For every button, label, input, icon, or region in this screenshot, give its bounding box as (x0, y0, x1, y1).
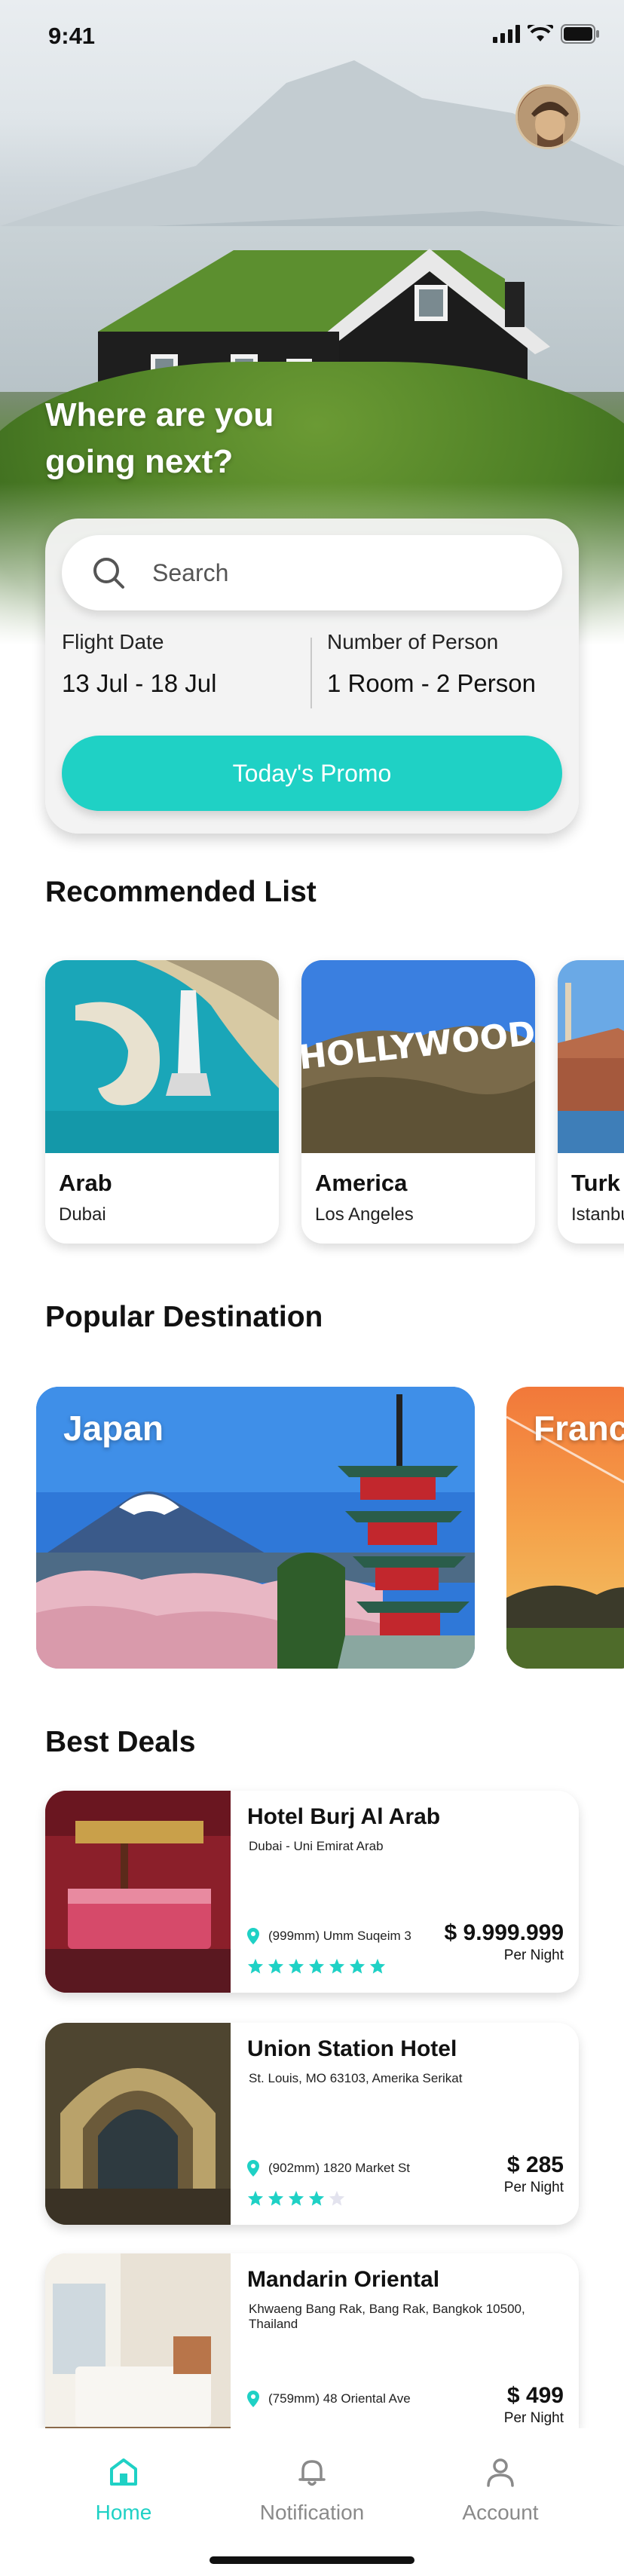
popular-name: Franc (534, 1409, 624, 1448)
battery-icon (561, 24, 599, 44)
deal-name: Hotel Burj Al Arab (247, 1804, 441, 1829)
location-pin-icon (247, 2391, 259, 2407)
deal-card[interactable]: Mandarin Oriental Khwaeng Bang Rak, Bang… (45, 2253, 579, 2428)
mandarin-oriental-image (45, 2253, 231, 2428)
rating-stars (247, 2190, 345, 2207)
nav-account-label: Account (462, 2501, 539, 2524)
deal-per-night: Per Night (503, 1947, 564, 1963)
nav-home[interactable]: Home (48, 2455, 199, 2525)
status-time: 9:41 (48, 23, 96, 49)
deal-location-text: (999mm) Umm Suqeim 3 (268, 1929, 411, 1943)
star-icon (247, 2190, 264, 2206)
deal-price: $ 285 (506, 2152, 564, 2177)
dubai-image (45, 960, 279, 1153)
deal-location-text: (759mm) 48 Oriental Ave (268, 2391, 411, 2406)
recommended-name: Turk (571, 1170, 620, 1196)
persons-field[interactable]: Number of Person 1 Room - 2 Person (312, 624, 568, 714)
hotel-burj-image (45, 1791, 231, 1993)
flight-date-field[interactable]: Flight Date 13 Jul - 18 Jul (45, 624, 309, 714)
status-icons (493, 24, 600, 44)
deal-location: (902mm) 1820 Market St (247, 2160, 410, 2177)
star-icon (329, 2190, 345, 2206)
persons-value: 1 Room - 2 Person (327, 669, 536, 697)
popular-card[interactable]: Franc (506, 1387, 624, 1669)
star-icon (268, 1958, 284, 1974)
union-station-image (45, 2023, 231, 2225)
bottom-nav: Home Notification Account (0, 2428, 624, 2576)
deal-price: $ 499 (506, 2383, 564, 2408)
nav-notification-label: Notification (259, 2501, 365, 2524)
popular-name: Japan (63, 1409, 164, 1448)
star-icon (369, 1958, 386, 1974)
persons-label: Number of Person (327, 630, 499, 653)
star-icon (268, 2190, 284, 2206)
search-icon (93, 558, 124, 589)
deal-name: Mandarin Oriental (247, 2267, 440, 2292)
location-pin-icon (247, 1928, 259, 1944)
home-icon (110, 2458, 137, 2486)
nav-notification[interactable]: Notification (237, 2455, 387, 2525)
popular-title: Popular Destination (45, 1301, 323, 1333)
star-icon (288, 1958, 304, 1974)
recommended-card[interactable]: Arab Dubai (45, 960, 279, 1244)
istanbul-image (558, 960, 624, 1153)
deal-address: Dubai - Uni Emirat Arab (249, 1839, 384, 1853)
search-card: Search Flight Date 13 Jul - 18 Jul Numbe… (45, 519, 579, 834)
deal-card[interactable]: Union Station Hotel St. Louis, MO 63103,… (45, 2023, 579, 2225)
deal-price: $ 9.999.999 (444, 1920, 564, 1945)
recommended-title: Recommended List (45, 876, 317, 908)
recommended-city: Los Angeles (315, 1204, 414, 1225)
star-icon (288, 2190, 304, 2206)
search-placeholder: Search (152, 559, 229, 586)
hero-title: Where are you going next? (45, 396, 274, 480)
deals-title: Best Deals (45, 1726, 196, 1758)
deal-card[interactable]: Hotel Burj Al Arab Dubai - Uni Emirat Ar… (45, 1791, 579, 1993)
deal-per-night: Per Night (503, 2180, 564, 2195)
home-indicator (210, 2556, 414, 2564)
nav-account[interactable]: Account (425, 2455, 576, 2525)
recommended-card[interactable]: HOLLYWOOD America Los Angeles (301, 960, 535, 1244)
recommended-card[interactable]: Turk Istanbu (558, 960, 624, 1244)
deal-address: Khwaeng Bang Rak, Bang Rak, Bangkok 1050… (249, 2302, 525, 2331)
deal-address: St. Louis, MO 63103, Amerika Serikat (249, 2071, 463, 2085)
deal-location: (759mm) 48 Oriental Ave (247, 2391, 411, 2407)
deal-location: (999mm) Umm Suqeim 3 (247, 1928, 411, 1944)
star-icon (349, 1958, 366, 1974)
location-pin-icon (247, 2160, 259, 2177)
hollywood-image: HOLLYWOOD (301, 960, 535, 1153)
recommended-name: Arab (59, 1170, 112, 1196)
deal-location-text: (902mm) 1820 Market St (268, 2161, 411, 2175)
recommended-name: America (315, 1170, 408, 1196)
recommended-city: Dubai (59, 1204, 106, 1225)
nav-home-label: Home (95, 2501, 152, 2524)
star-icon (247, 1958, 264, 1974)
star-icon (308, 1958, 325, 1974)
profile-avatar[interactable] (515, 84, 580, 149)
wifi-icon (528, 25, 553, 41)
star-icon (308, 2190, 325, 2206)
search-input[interactable]: Search (62, 535, 562, 610)
popular-card[interactable]: Japan (36, 1387, 475, 1669)
flight-date-value: 13 Jul - 18 Jul (62, 669, 217, 697)
deal-per-night: Per Night (503, 2410, 564, 2426)
user-icon (487, 2458, 514, 2487)
rating-stars (247, 1958, 386, 1975)
star-icon (329, 1958, 345, 1974)
flight-date-label: Flight Date (62, 630, 164, 653)
recommended-city: Istanbu (571, 1204, 624, 1225)
todays-promo-button[interactable]: Today's Promo (62, 736, 562, 811)
status-bar: 9:41 (0, 0, 624, 72)
signal-icon (493, 25, 520, 43)
deal-name: Union Station Hotel (247, 2036, 457, 2061)
bell-icon (298, 2460, 326, 2486)
